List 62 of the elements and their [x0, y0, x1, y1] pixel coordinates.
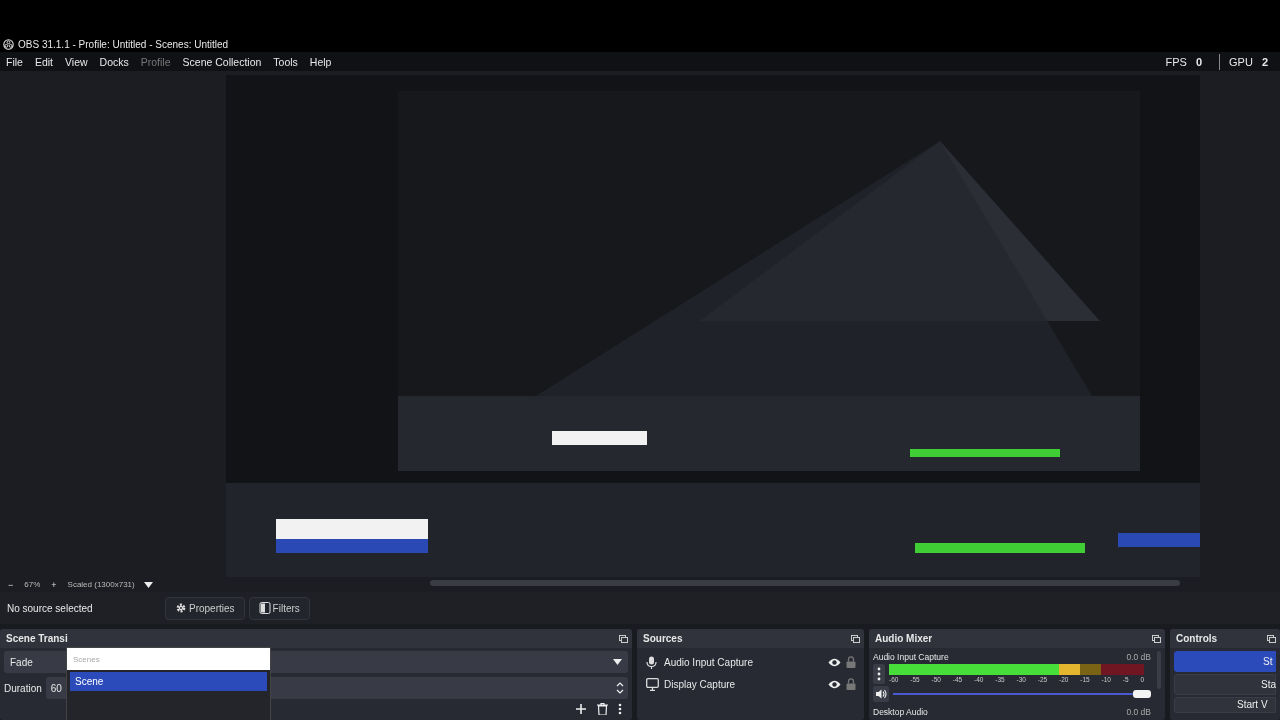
stat-value: 0: [1195, 55, 1203, 68]
speaker-icon[interactable]: [873, 686, 889, 702]
menu-item[interactable]: Scene Collection: [182, 55, 262, 68]
duration-label: Duration: [4, 682, 42, 694]
filters-button[interactable]: Filters: [248, 596, 310, 620]
channel-reading: 0.0 dB: [1126, 707, 1151, 717]
field-value: 60: [50, 682, 62, 694]
lock-icon[interactable]: [846, 656, 856, 668]
menu-item[interactable]: Docks: [99, 55, 129, 68]
menu-item[interactable]: Help: [309, 55, 332, 68]
volume-slider-thumb[interactable]: [1133, 690, 1151, 698]
zoom-in-button[interactable]: +: [49, 579, 59, 590]
channel-reading: 0.0 dB: [1126, 652, 1151, 662]
trash-icon[interactable]: [597, 703, 608, 715]
dock-title: Controls: [1176, 633, 1218, 644]
undock-icon[interactable]: [1267, 634, 1276, 643]
channel-name: Desktop Audio: [873, 707, 928, 717]
dropdown-value: Fade: [10, 656, 33, 668]
dock-title: Audio Mixer: [875, 633, 933, 644]
spin-arrows-icon[interactable]: [616, 681, 624, 695]
control-button[interactable]: St: [1174, 651, 1276, 672]
dock-title: Scene Transi: [6, 633, 68, 644]
gear-icon: [175, 602, 187, 614]
menu-item[interactable]: File: [6, 55, 23, 68]
menu-item[interactable]: Tools: [273, 55, 298, 68]
control-button[interactable]: Sta: [1174, 674, 1276, 695]
zoom-level: 67%: [24, 580, 41, 589]
eye-icon[interactable]: [828, 657, 841, 667]
dropdown-caret-icon: [613, 659, 622, 665]
search-field[interactable]: Scenes: [67, 648, 270, 670]
stat-value: 2: [1261, 55, 1268, 68]
channel-name: Audio Input Capture: [873, 652, 949, 662]
source-item[interactable]: Display Capture: [641, 673, 860, 695]
monitor-icon: [646, 677, 659, 691]
source-name: Audio Input Capture: [664, 656, 754, 668]
properties-button[interactable]: Properties: [165, 596, 245, 620]
dock-title: Sources: [643, 633, 683, 644]
undock-icon[interactable]: [619, 634, 628, 643]
microphone-icon: [646, 655, 659, 669]
stat-label: FPS: [1165, 55, 1187, 68]
app-logo-icon: [3, 38, 14, 50]
status-text: No source selected: [7, 602, 94, 614]
more-icon[interactable]: [873, 664, 885, 684]
undock-icon[interactable]: [851, 634, 860, 643]
window-title: OBS 31.1.1 - Profile: Untitled - Scenes: Untitled: [18, 38, 229, 50]
source-item[interactable]: Audio Input Capture: [641, 651, 860, 673]
plus-icon[interactable]: [575, 703, 587, 715]
scrollbar-thumb[interactable]: [430, 580, 1180, 586]
zoom-out-button[interactable]: −: [6, 579, 16, 590]
control-button[interactable]: Start V: [1174, 697, 1276, 713]
scale-mode[interactable]: Scaled (1300x731): [67, 580, 135, 589]
menu-item[interactable]: Edit: [34, 55, 53, 68]
dropdown-caret-icon[interactable]: [143, 581, 153, 588]
undock-icon[interactable]: [1152, 634, 1161, 643]
eye-icon[interactable]: [828, 679, 841, 689]
stat-label: GPU: [1229, 55, 1253, 68]
lock-icon[interactable]: [846, 678, 856, 690]
menu-item[interactable]: View: [65, 55, 88, 68]
popup-item[interactable]: Scene: [70, 672, 267, 691]
source-name: Display Capture: [664, 678, 737, 690]
more-icon[interactable]: [618, 703, 622, 715]
filter-icon: [258, 602, 271, 614]
